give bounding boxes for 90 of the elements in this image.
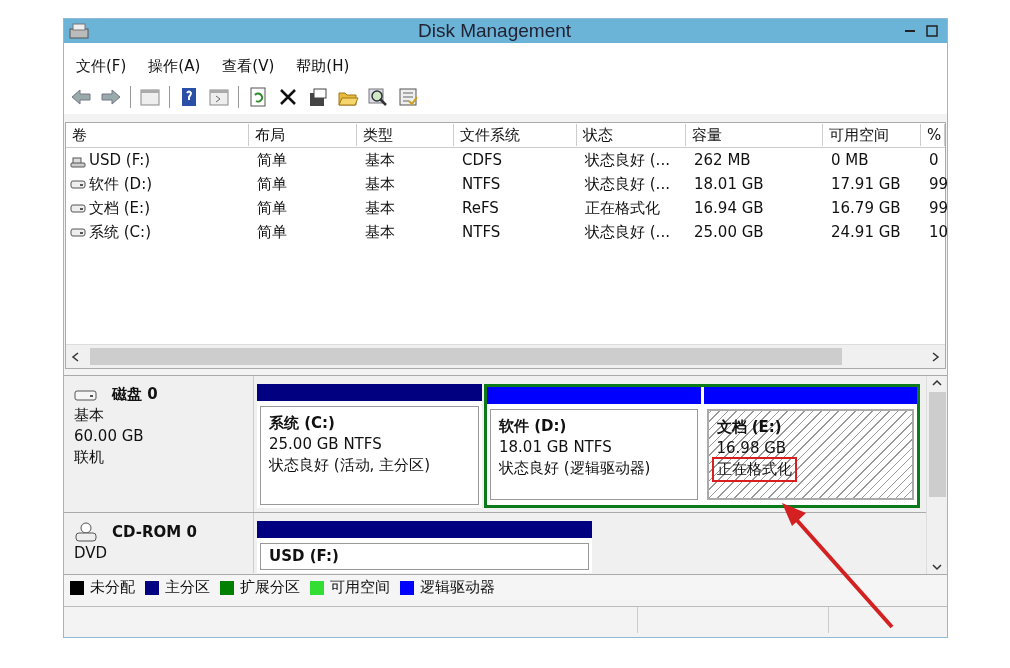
table-cell-text: 状态良好 (... xyxy=(584,222,671,242)
column-header[interactable]: 卷 xyxy=(66,124,249,146)
search-icon[interactable] xyxy=(367,86,389,108)
partition-detail: 16.98 GB xyxy=(716,438,787,459)
table-cell: USD (F:) xyxy=(89,151,151,169)
table-cell: 系统 (C:) xyxy=(89,222,151,242)
legend-label: 可用空间 xyxy=(330,578,390,597)
disk-detail: 联机 xyxy=(74,447,104,468)
table-cell-text: 25.00 GB xyxy=(693,223,765,241)
table-cell-text: 正在格式化 xyxy=(584,198,661,218)
table-cell-text: 99 xyxy=(928,199,949,217)
table-cell-text: 基本 xyxy=(364,174,396,194)
table-cell-text: 简单 xyxy=(256,150,288,170)
extended-partition[interactable]: 软件 (D:) 18.01 GB NTFS 状态良好 (逻辑驱动器) 文档 (E:) 16.98 GB 正在格式化 xyxy=(484,384,920,508)
partition-detail: 18.01 GB NTFS xyxy=(499,437,612,458)
table-cell-text: 状态良好 (... xyxy=(584,174,671,194)
column-header[interactable]: 布局 xyxy=(249,124,357,146)
disk-detail: DVD xyxy=(74,543,108,564)
table-cell-text: 99 xyxy=(928,175,949,193)
disk-info-panel[interactable]: CD-ROM 0 DVD xyxy=(64,513,254,573)
disk-info-panel[interactable]: 磁盘 0 基本 60.00 GB 联机 xyxy=(64,376,254,512)
legend-label: 主分区 xyxy=(165,578,210,597)
window-title: Disk Management xyxy=(416,20,573,42)
disk-name: CD-ROM 0 xyxy=(112,521,197,543)
partition-label: 文档 (E:) xyxy=(716,417,782,438)
partition-block[interactable]: 系统 (C:) 25.00 GB NTFS 状态良好 (活动, 主分区) xyxy=(257,384,482,508)
forward-arrow-icon[interactable] xyxy=(100,86,122,108)
window-panel-icon[interactable] xyxy=(139,86,161,108)
column-header[interactable]: % xyxy=(921,124,945,146)
menu-item[interactable]: 操作(A) xyxy=(148,57,201,76)
minimize-icon xyxy=(905,30,915,32)
table-cell: 软件 (D:) xyxy=(89,174,153,194)
vertical-scrollbar[interactable] xyxy=(926,376,947,574)
properties-icon[interactable] xyxy=(307,86,329,108)
table-cell-text: 10 xyxy=(928,223,949,241)
column-header[interactable]: 状态 xyxy=(577,124,686,146)
table-cell-text: 0 MB xyxy=(830,151,870,169)
table-cell-text: 17.91 GB xyxy=(830,175,902,193)
partition-detail: 正在格式化 xyxy=(713,459,795,480)
partition-block[interactable]: 软件 (D:) 18.01 GB NTFS 状态良好 (逻辑驱动器) xyxy=(487,387,701,503)
table-cell-text: 16.79 GB xyxy=(830,199,902,217)
checklist-icon[interactable] xyxy=(397,86,419,108)
drive-icon xyxy=(74,387,98,402)
table-cell-text: CDFS xyxy=(461,151,503,169)
cd-drive-icon xyxy=(74,521,98,543)
column-header[interactable]: 类型 xyxy=(357,124,454,146)
disk-detail: 基本 xyxy=(74,405,104,426)
menu-item[interactable]: 文件(F) xyxy=(76,57,127,76)
horizontal-scrollbar[interactable] xyxy=(66,344,945,368)
column-header[interactable]: 文件系统 xyxy=(454,124,577,146)
scrollbar-thumb[interactable] xyxy=(928,392,946,497)
refresh-document-icon[interactable] xyxy=(247,86,269,108)
table-cell-text: 24.91 GB xyxy=(830,223,902,241)
partition-detail: 状态良好 (活动, 主分区) xyxy=(269,455,430,476)
table-cell-text: 16.94 GB xyxy=(693,199,765,217)
column-header[interactable]: 可用空间 xyxy=(823,124,921,146)
disk-name: 磁盘 0 xyxy=(112,384,158,405)
menu-item[interactable]: 帮助(H) xyxy=(296,57,350,76)
partition-detail: 状态良好 (逻辑驱动器) xyxy=(499,458,651,479)
back-arrow-icon[interactable] xyxy=(70,86,92,108)
table-cell-text: ReFS xyxy=(461,199,500,217)
table-cell-text: 简单 xyxy=(256,174,288,194)
column-header[interactable]: 容量 xyxy=(686,124,823,146)
partition-label: 系统 (C:) xyxy=(269,413,335,434)
table-cell-text: 简单 xyxy=(256,198,288,218)
partition-detail: 25.00 GB NTFS xyxy=(269,434,382,455)
maximize-icon xyxy=(926,25,938,37)
disk-detail: 60.00 GB xyxy=(74,426,144,447)
table-cell-text: 18.01 GB xyxy=(693,175,765,193)
legend-label: 扩展分区 xyxy=(240,578,300,597)
partition-block[interactable]: 文档 (E:) 16.98 GB 正在格式化 xyxy=(703,387,917,503)
window-panel-icon[interactable] xyxy=(208,86,230,108)
table-cell-text: NTFS xyxy=(461,175,502,193)
scrollbar-thumb[interactable] xyxy=(90,348,842,365)
table-cell-text: NTFS xyxy=(461,223,502,241)
legend-label: 逻辑驱动器 xyxy=(420,578,495,597)
table-cell-text: 基本 xyxy=(364,150,396,170)
legend-label: 未分配 xyxy=(90,578,135,597)
table-cell-text: 基本 xyxy=(364,198,396,218)
menu-item[interactable]: 查看(V) xyxy=(222,57,275,76)
partition-label: USD (F:) xyxy=(269,546,339,567)
partition-block[interactable]: USD (F:) xyxy=(257,521,592,573)
table-cell-text: 基本 xyxy=(364,222,396,242)
table-cell-text: 状态良好 (... xyxy=(584,150,671,170)
table-cell-text: 0 xyxy=(928,151,940,169)
disk-icon xyxy=(68,20,90,42)
table-cell: 文档 (E:) xyxy=(89,198,150,218)
table-cell-text: 简单 xyxy=(256,222,288,242)
table-cell-text: 262 MB xyxy=(693,151,752,169)
partition-label: 软件 (D:) xyxy=(499,416,567,437)
